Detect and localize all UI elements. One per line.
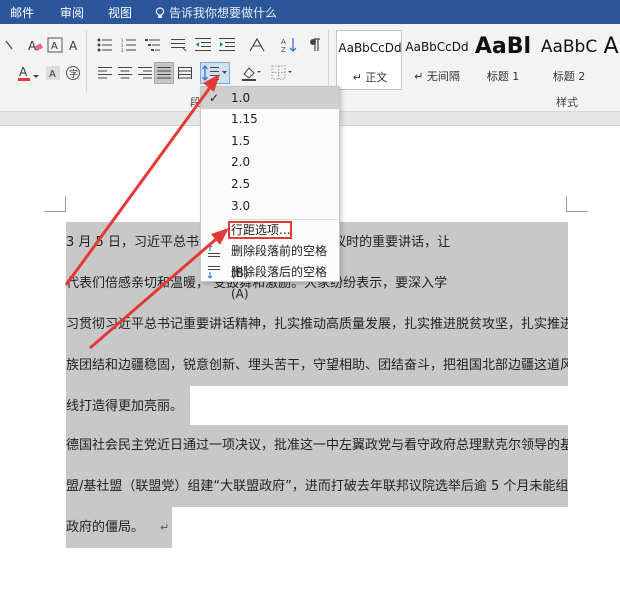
align-right-icon[interactable] (136, 64, 154, 82)
tab-review[interactable]: 审阅 (60, 4, 84, 21)
svg-text:A: A (19, 65, 28, 79)
chinese-layout-icon[interactable] (248, 36, 266, 54)
svg-text:3: 3 (121, 48, 124, 52)
font-size-icon[interactable] (0, 36, 18, 54)
style-normal-label: ↵ 正文 (352, 71, 388, 84)
remove-space-after-item[interactable]: 删除段落后的空格(A) (201, 261, 339, 301)
document-line: 族团结和边疆稳固，锐意创新、埋头苦干，守望相助、团结奋斗，把祖国北部边疆这道风景 (66, 345, 568, 386)
line-spacing-option-1-0[interactable]: ✓ 1.0 (201, 87, 339, 109)
borders-icon[interactable] (270, 64, 294, 82)
remove-space-before-item[interactable]: 删除段落前的空格(B) (201, 240, 339, 280)
tell-me-box[interactable]: 告诉我你想要做什么 (155, 4, 277, 21)
character-border-icon[interactable]: A (46, 36, 64, 54)
justify-icon[interactable] (154, 62, 174, 84)
line-spacing-option-3-0[interactable]: 3.0 (201, 195, 339, 217)
style-heading-2[interactable]: AaBbC 标题 2 (536, 30, 602, 90)
distributed-icon[interactable] (176, 64, 194, 82)
sort-icon[interactable]: AZ (280, 36, 298, 54)
style-no-spacing[interactable]: AaBbCcDd ↵ 无间隔 (404, 30, 470, 90)
style-heading-1[interactable]: AaBl 标题 1 (470, 30, 536, 90)
style-heading-2-preview: AaBbC (540, 37, 598, 57)
highlight-box (228, 221, 292, 239)
enclosed-character-icon[interactable]: 字 (64, 64, 82, 82)
line-spacing-menu: ✓ 1.0 1.15 1.5 2.0 2.5 3.0 行距选项... 删除段落前… (200, 86, 340, 301)
style-no-spacing-label: ↵ 无间隔 (414, 70, 460, 83)
align-center-icon[interactable] (116, 64, 134, 82)
style-heading-1-preview: AaBl (474, 34, 532, 59)
checkmark-icon: ✓ (209, 91, 220, 105)
font-color-dropdown-icon[interactable] (32, 68, 40, 86)
svg-text:A: A (28, 39, 37, 53)
document-line: 德国社会民主党近日通过一项决议，批准这一中左翼政党与看守政府总理默克尔领导的基民 (66, 425, 568, 466)
line-spacing-options-item[interactable]: 行距选项... (201, 219, 339, 241)
tell-me-text: 告诉我你想要做什么 (169, 6, 278, 20)
document-line: 盟/基社盟（联盟党）组建“大联盟政府”，进而打破去年联邦议院选举后逾 5 个月未… (66, 466, 568, 507)
line-spacing-button[interactable] (200, 62, 230, 84)
lightbulb-icon (155, 7, 165, 18)
align-left-icon[interactable] (96, 64, 114, 82)
style-heading-1-label: 标题 1 (486, 70, 520, 83)
shading-icon[interactable] (240, 64, 262, 82)
svg-text:字: 字 (69, 68, 78, 80)
svg-text:A: A (49, 69, 56, 80)
character-shading-icon[interactable]: A (44, 64, 62, 82)
styles-group-label: 样式 (556, 96, 578, 109)
line-spacing-option-2-0[interactable]: 2.0 (201, 151, 339, 173)
svg-text:Z: Z (281, 46, 286, 53)
style-title-preview: A (603, 34, 619, 59)
space-after-icon (207, 266, 220, 279)
line-spacing-option-1-5[interactable]: 1.5 (201, 130, 339, 152)
svg-text:A: A (69, 39, 78, 53)
multilevel-list-icon[interactable] (144, 36, 162, 54)
tab-view[interactable]: 视图 (108, 4, 132, 21)
style-normal-preview: AaBbCcDd (338, 41, 402, 55)
line-spacing-option-1-15[interactable]: 1.15 (201, 108, 339, 130)
margin-corner-right (566, 196, 588, 212)
style-heading-2-label: 标题 2 (552, 70, 586, 83)
paragraph-mark: ↵ (189, 400, 190, 413)
clear-formatting-icon[interactable]: A (26, 36, 44, 54)
ribbon-tab-bar: 邮件 审阅 视图 告诉我你想要做什么 (0, 0, 620, 24)
asian-layout-icon[interactable] (170, 36, 188, 54)
show-hide-marks-icon[interactable] (306, 36, 324, 54)
phonetic-guide-icon[interactable]: A (66, 36, 84, 54)
svg-text:A: A (281, 38, 286, 46)
style-title[interactable]: A (602, 30, 620, 90)
document-line: 线打造得更加亮丽。↵ (66, 386, 190, 427)
margin-corner-left (44, 196, 66, 212)
space-before-icon (207, 244, 220, 257)
style-normal[interactable]: AaBbCcDd ↵ 正文 (336, 30, 402, 90)
decrease-indent-icon[interactable] (194, 36, 212, 54)
style-no-spacing-preview: AaBbCcDd (405, 40, 469, 54)
document-line: 习贯彻习近平总书记重要讲话精神，扎实推动高质量发展，扎实推进脱贫攻坚，扎实推进民 (66, 304, 568, 345)
tab-mailings[interactable]: 邮件 (10, 4, 34, 21)
numbering-icon[interactable]: 123 (120, 36, 138, 54)
paragraph-mark: ↵ (160, 521, 170, 534)
svg-text:A: A (51, 41, 58, 52)
line-spacing-option-2-5[interactable]: 2.5 (201, 173, 339, 195)
document-line: 政府的僵局。 ↵ (66, 507, 172, 548)
increase-indent-icon[interactable] (218, 36, 236, 54)
ribbon-separator (86, 30, 87, 92)
bullets-icon[interactable] (96, 36, 114, 54)
ribbon-separator (328, 30, 329, 92)
